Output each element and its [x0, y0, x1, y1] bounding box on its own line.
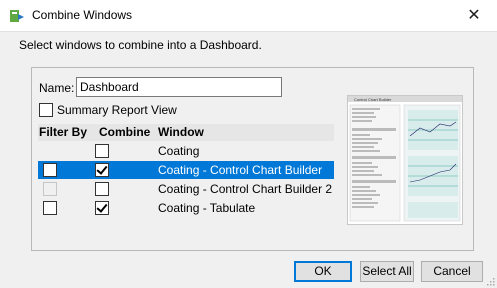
header-window: Window	[158, 125, 204, 139]
header-filter-by: Filter By	[39, 125, 88, 139]
svg-text:Control Chart Builder: Control Chart Builder	[354, 97, 392, 102]
name-input[interactable]	[76, 77, 282, 97]
instruction-text: Select windows to combine into a Dashboa…	[19, 38, 262, 52]
combine-checkbox[interactable]	[95, 182, 109, 196]
preview-thumbnail: Control Chart Builder	[347, 95, 463, 225]
combine-windows-app-icon	[10, 10, 24, 22]
summary-report-label: Summary Report View	[57, 103, 177, 117]
cancel-button[interactable]: Cancel	[421, 261, 483, 282]
combine-checkbox[interactable]	[95, 144, 109, 158]
window-name[interactable]: Coating - Control Chart Builder 2	[158, 182, 332, 196]
name-label: Name:	[39, 81, 75, 95]
title-bar: Combine Windows ✕	[0, 0, 497, 32]
filter-by-checkbox[interactable]	[43, 201, 57, 215]
window-name[interactable]: Coating - Tabulate	[158, 201, 255, 215]
header-combine: Combine	[99, 125, 151, 139]
resize-grip-icon[interactable]	[485, 276, 495, 286]
close-button[interactable]: ✕	[451, 0, 497, 31]
window-name[interactable]: Coating	[158, 144, 199, 158]
window-title: Combine Windows	[32, 8, 133, 22]
ok-button[interactable]: OK	[294, 261, 352, 282]
combine-checkbox[interactable]	[95, 163, 109, 177]
select-all-button[interactable]: Select All	[360, 261, 414, 282]
filter-by-checkbox[interactable]	[43, 163, 57, 177]
chart-preview-image: Control Chart Builder	[348, 96, 462, 222]
window-name[interactable]: Coating - Control Chart Builder	[158, 163, 322, 177]
combine-checkbox[interactable]	[95, 201, 109, 215]
summary-report-checkbox[interactable]	[39, 103, 53, 117]
filter-by-checkbox	[43, 182, 57, 196]
